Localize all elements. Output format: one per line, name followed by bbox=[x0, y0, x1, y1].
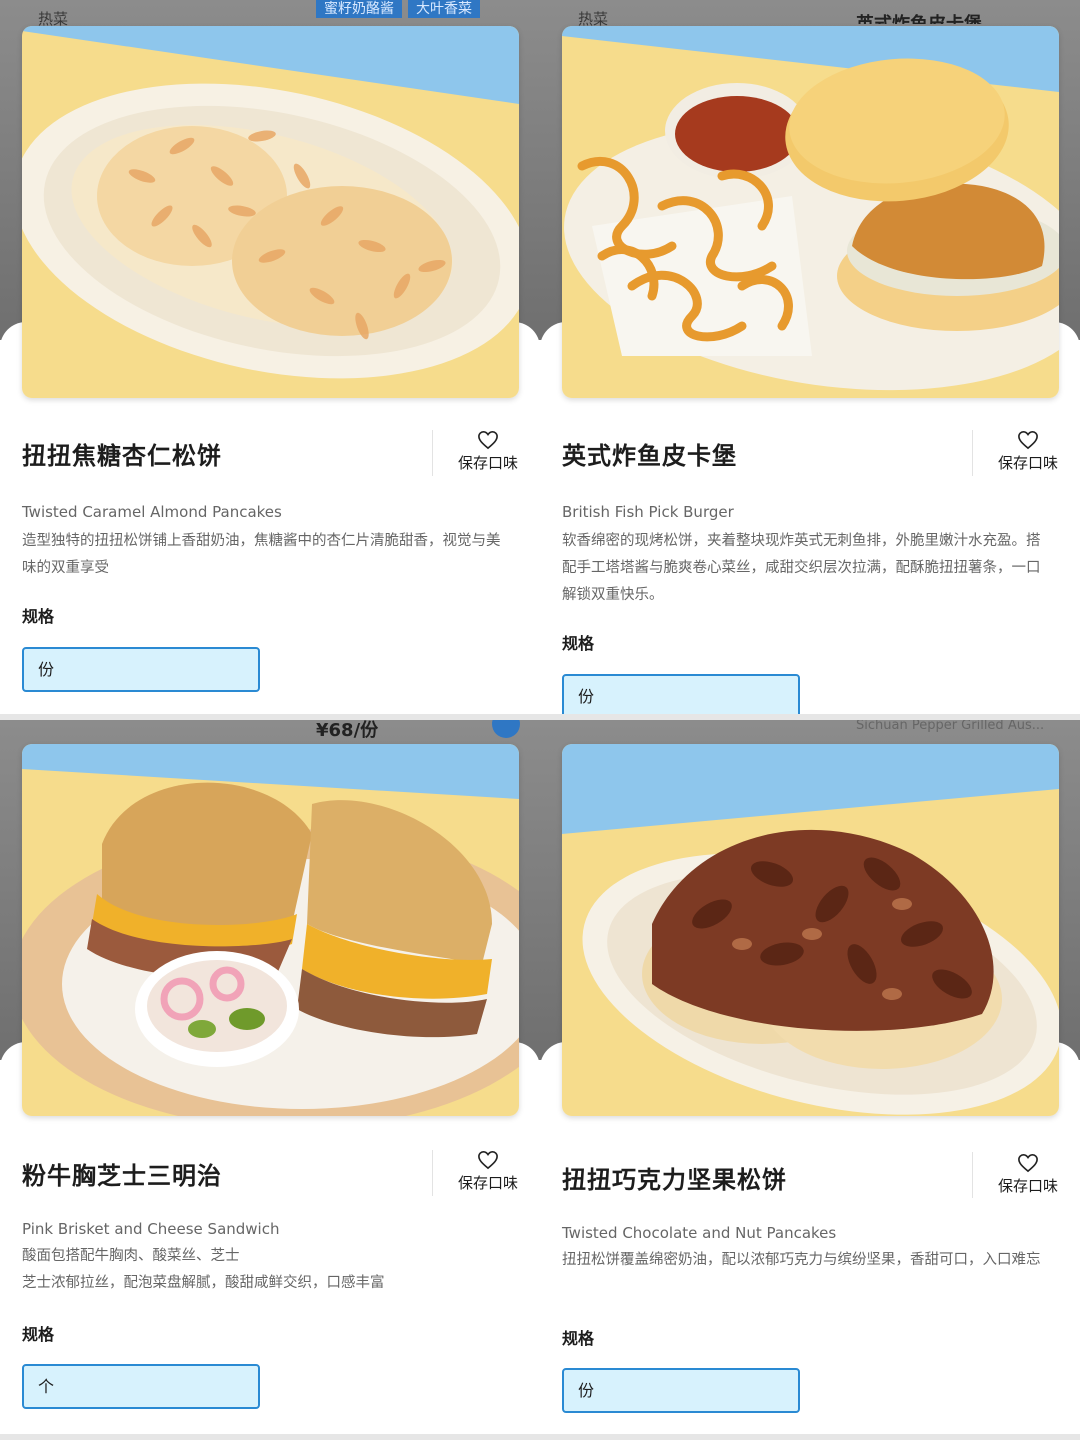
dish-photo bbox=[562, 744, 1059, 1116]
spec-option-button[interactable]: 份 bbox=[22, 647, 260, 692]
dish-card-fish-burger: 热菜 英式炸鱼皮卡堡 英式炸鱼皮卡堡 bbox=[540, 0, 1080, 720]
divider bbox=[0, 1434, 540, 1440]
dish-card-caramel-pancakes: 热菜 蜜籽奶酪酱 大叶香菜 扭扭焦糖杏仁松饼 保存口味 Twisted Cara… bbox=[0, 0, 540, 720]
spec-option-button[interactable]: 份 bbox=[562, 674, 800, 719]
divider bbox=[432, 1150, 433, 1196]
spec-heading: 规格 bbox=[22, 1325, 55, 1344]
dish-english-name: British Fish Pick Burger bbox=[562, 503, 734, 521]
background-price: ¥68/份 bbox=[316, 720, 379, 741]
spec-heading: 规格 bbox=[562, 1329, 595, 1348]
dish-description: 造型独特的扭扭松饼铺上香甜奶油，焦糖酱中的杏仁片清脆甜香，视觉与美味的双重享受 bbox=[22, 533, 501, 576]
description-line: 酸面包搭配牛胸肉、酸菜丝、芝士 bbox=[22, 1248, 240, 1264]
divider bbox=[972, 430, 973, 476]
dish-title: 扭扭焦糖杏仁松饼 bbox=[22, 442, 222, 470]
dish-description: 软香绵密的现烤松饼，夹着整块现炸英式无刺鱼排，外脆里嫩汁水充盈。搭配手工塔塔酱与… bbox=[562, 533, 1041, 603]
dish-english-name: Twisted Caramel Almond Pancakes bbox=[22, 503, 282, 521]
dish-photo bbox=[22, 744, 519, 1116]
dish-title: 粉牛胸芝士三明治 bbox=[22, 1162, 222, 1190]
dish-title: 扭扭巧克力坚果松饼 bbox=[562, 1166, 787, 1194]
dish-card-brisket-sandwich: ¥68/份 粉牛胸芝士三明治 保存口味 Pink Brisket and Che… bbox=[0, 720, 540, 1440]
background-tag: 大叶香菜 bbox=[408, 0, 480, 18]
background-dish-subtitle: Sichuan Pepper Grilled Aus... bbox=[856, 720, 1045, 733]
save-flavor-button[interactable]: 保存口味 bbox=[448, 1150, 528, 1193]
background-dish-title: 英式炸鱼皮卡堡 bbox=[856, 10, 982, 24]
background-tag: 蜜籽奶酪酱 bbox=[316, 0, 402, 18]
dish-description: 酸面包搭配牛胸肉、酸菜丝、芝士 芝士浓郁拉丝，配泡菜盘解腻，酸甜咸鲜交织，口感丰… bbox=[22, 1243, 514, 1297]
save-flavor-label: 保存口味 bbox=[997, 454, 1058, 472]
divider bbox=[972, 1152, 973, 1198]
dish-english-name: Pink Brisket and Cheese Sandwich bbox=[22, 1220, 280, 1238]
save-flavor-label: 保存口味 bbox=[457, 454, 518, 472]
save-flavor-button[interactable]: 保存口味 bbox=[448, 430, 528, 473]
heart-outline-icon bbox=[478, 430, 498, 450]
dish-photo bbox=[22, 26, 519, 398]
save-flavor-button[interactable]: 保存口味 bbox=[988, 430, 1068, 473]
heart-outline-icon bbox=[1018, 1153, 1038, 1173]
save-flavor-label: 保存口味 bbox=[457, 1174, 518, 1192]
spec-heading: 规格 bbox=[562, 634, 595, 653]
heart-outline-icon bbox=[1018, 430, 1038, 450]
dish-description: 扭扭松饼覆盖绵密奶油，配以浓郁巧克力与缤纷坚果，香甜可口，入口难忘 bbox=[562, 1252, 1041, 1268]
dish-card-chocolate-pancakes: Sichuan Pepper Grilled Aus... 扭扭巧克力坚果松饼 … bbox=[540, 720, 1080, 1440]
divider bbox=[432, 430, 433, 476]
dish-title: 英式炸鱼皮卡堡 bbox=[562, 442, 737, 470]
background-tag-row: 蜜籽奶酪酱 大叶香菜 bbox=[316, 0, 480, 18]
dish-photo bbox=[562, 26, 1059, 398]
dish-english-name: Twisted Chocolate and Nut Pancakes bbox=[562, 1224, 837, 1242]
description-line: 芝士浓郁拉丝，配泡菜盘解腻，酸甜咸鲜交织，口感丰富 bbox=[22, 1275, 385, 1291]
save-flavor-label: 保存口味 bbox=[997, 1177, 1058, 1195]
spec-heading: 规格 bbox=[22, 607, 55, 626]
divider bbox=[540, 1434, 1080, 1440]
heart-outline-icon bbox=[478, 1150, 498, 1170]
save-flavor-button[interactable]: 保存口味 bbox=[988, 1153, 1068, 1196]
spec-option-button[interactable]: 份 bbox=[562, 1368, 800, 1413]
spec-option-button[interactable]: 个 bbox=[22, 1364, 260, 1409]
